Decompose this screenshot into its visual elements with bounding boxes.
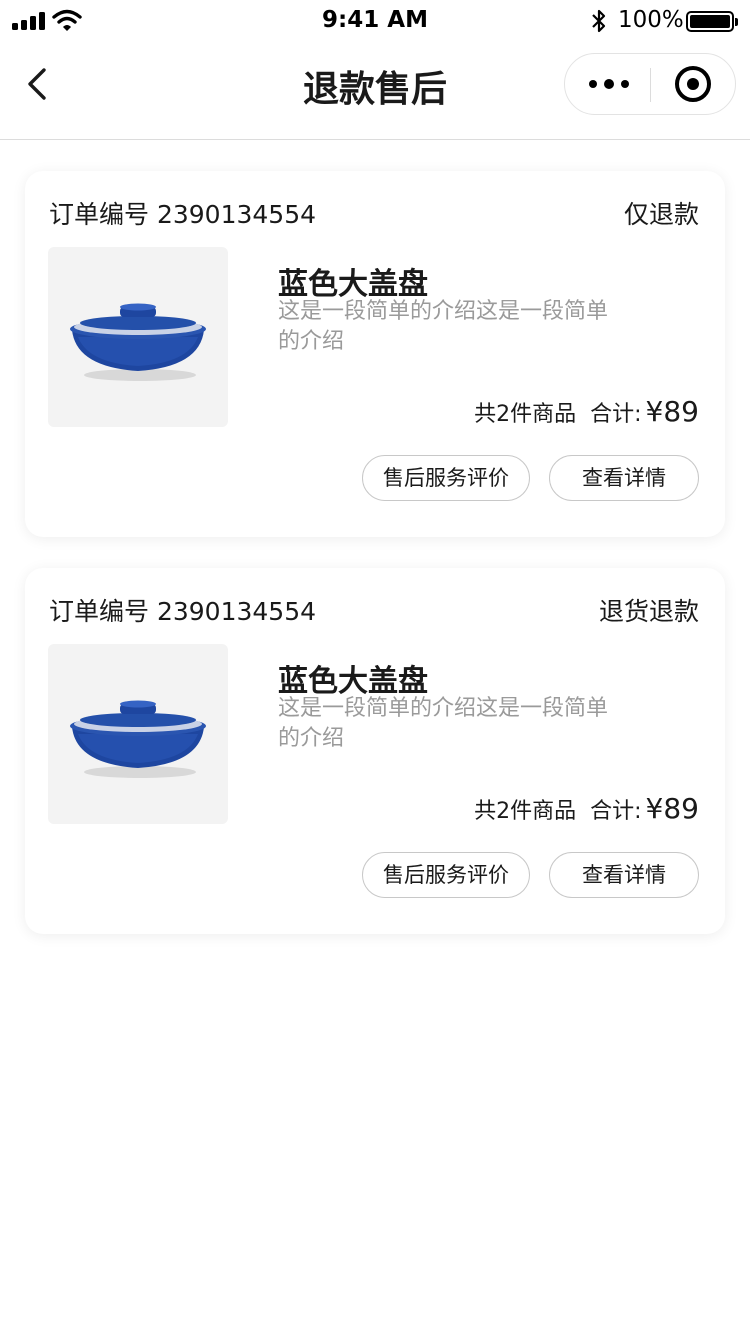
refund-type-label: 仅退款 <box>623 200 699 229</box>
product-description: 这是一段简单的介绍这是一段简单的介绍 <box>278 696 609 751</box>
view-details-button[interactable]: 查看详情 <box>549 852 699 898</box>
more-options-button[interactable] <box>565 54 650 114</box>
refund-type-label: 退货退款 <box>598 597 699 626</box>
blue-casserole-pot-image <box>70 303 206 381</box>
item-count: 共2件商品 <box>474 402 577 427</box>
battery-percentage: 100% <box>618 7 684 33</box>
total-label: 合计: <box>590 799 642 824</box>
order-card[interactable]: 订单编号 2390134554 退货退款 蓝色大盖盘 这是一段简单的介绍这是一段… <box>25 568 725 934</box>
order-summary: 共2件商品 合计: ¥89 <box>474 395 699 428</box>
mini-program-capsule <box>564 53 736 115</box>
order-card[interactable]: 订单编号 2390134554 仅退款 蓝色大盖盘 这是一段简单的介绍这是一段简… <box>25 171 725 537</box>
close-mini-program-button[interactable] <box>651 54 736 114</box>
order-number: 订单编号 2390134554 <box>49 597 317 626</box>
order-summary: 共2件商品 合计: ¥89 <box>474 792 699 825</box>
product-image[interactable] <box>48 644 228 824</box>
total-label: 合计: <box>590 402 642 427</box>
blue-casserole-pot-image <box>70 700 206 778</box>
status-bar: 9:41 AM 100% <box>0 0 750 40</box>
after-sales-review-button[interactable]: 售后服务评价 <box>362 455 530 501</box>
navigation-bar: 退款售后 <box>0 40 750 140</box>
order-number: 订单编号 2390134554 <box>49 200 317 229</box>
view-details-button[interactable]: 查看详情 <box>549 455 699 501</box>
battery-icon <box>686 11 738 32</box>
item-count: 共2件商品 <box>474 799 577 824</box>
product-image[interactable] <box>48 247 228 427</box>
after-sales-review-button[interactable]: 售后服务评价 <box>362 852 530 898</box>
total-price: ¥89 <box>645 792 699 825</box>
bluetooth-icon <box>592 9 606 33</box>
total-price: ¥89 <box>645 395 699 428</box>
product-description: 这是一段简单的介绍这是一段简单的介绍 <box>278 299 609 354</box>
